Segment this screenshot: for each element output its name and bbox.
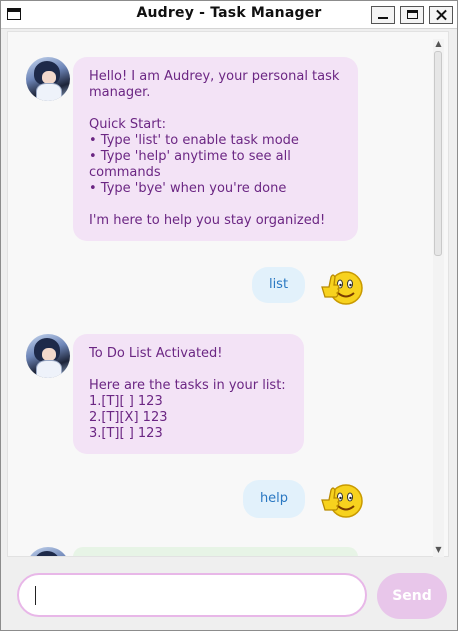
scroll-up-arrow-icon[interactable]: ▲ [433, 39, 444, 49]
app-window: Audrey - Task Manager Hello! I am Audrey… [0, 0, 458, 631]
close-button[interactable] [429, 6, 453, 24]
bot-avatar-icon [26, 547, 70, 556]
user-message-bubble: list [252, 267, 305, 303]
bot-message-bubble: Hello! I am Audrey, your personal task m… [73, 57, 358, 241]
message-input[interactable] [17, 573, 367, 617]
send-button[interactable]: Send [377, 573, 447, 619]
input-bar: Send [1, 561, 457, 630]
chat-scrollbar[interactable]: ▲ ▼ [433, 39, 444, 557]
scroll-thumb[interactable] [434, 51, 442, 256]
bot-avatar-icon [26, 334, 70, 378]
maximize-button[interactable] [400, 6, 424, 24]
chat-area[interactable]: Hello! I am Audrey, your personal task m… [7, 31, 449, 557]
text-caret [35, 586, 36, 605]
minimize-button[interactable] [371, 6, 395, 24]
bot-message-bubble [73, 547, 358, 556]
user-message-bubble: help [243, 480, 305, 518]
scroll-down-arrow-icon[interactable]: ▼ [433, 545, 444, 555]
thumbs-up-smiley-icon [321, 484, 363, 518]
bot-avatar-icon [26, 57, 70, 101]
bot-message-bubble: To Do List Activated! Here are the tasks… [73, 334, 304, 454]
thumbs-up-smiley-icon [321, 271, 363, 305]
title-bar: Audrey - Task Manager [1, 1, 457, 29]
